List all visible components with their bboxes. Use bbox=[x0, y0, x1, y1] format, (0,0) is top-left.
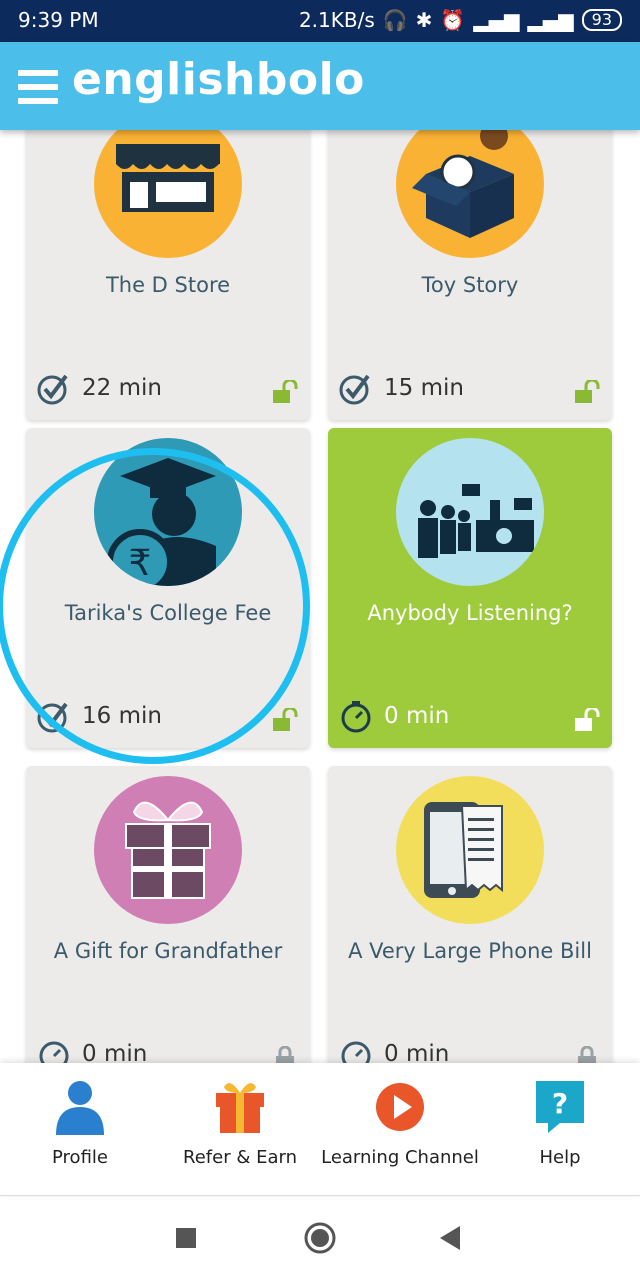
check-clock-icon bbox=[37, 702, 68, 733]
bottom-navigation: Profile Refer & Earn Learning Channel ? … bbox=[0, 1063, 640, 1196]
network-speed: 2.1KB/s bbox=[298, 8, 375, 32]
check-clock-icon bbox=[37, 374, 68, 405]
bluetooth-icon: ✱ bbox=[415, 8, 433, 32]
story-title: A Very Large Phone Bill bbox=[348, 939, 592, 963]
nav-label: Profile bbox=[52, 1147, 108, 1168]
nav-help[interactable]: ? Help bbox=[480, 1075, 640, 1185]
app-logo: englishbolo bbox=[72, 54, 365, 105]
queue-counter-icon bbox=[396, 438, 544, 586]
story-card-anybody-listening[interactable]: Anybody Listening? 0 min bbox=[328, 428, 612, 748]
story-grid[interactable]: The D Store 22 min Toy Story 15 min ₹ Ta… bbox=[0, 130, 640, 1063]
story-card-the-d-store[interactable]: The D Store 22 min bbox=[26, 130, 310, 420]
nav-profile[interactable]: Profile bbox=[0, 1075, 160, 1185]
story-card-tarikas-college-fee[interactable]: ₹ Tarika's College Fee 16 min bbox=[26, 428, 310, 748]
story-title: Anybody Listening? bbox=[367, 601, 573, 625]
story-title: Toy Story bbox=[421, 273, 519, 297]
nav-label: Refer & Earn bbox=[183, 1147, 297, 1168]
story-duration: 15 min bbox=[338, 370, 464, 406]
headphones-icon: 🎧 bbox=[382, 8, 408, 32]
lock-icon bbox=[578, 1046, 596, 1063]
story-card-toy-story[interactable]: Toy Story 15 min bbox=[328, 130, 612, 420]
duration-text: 22 min bbox=[82, 375, 162, 401]
duration-text: 16 min bbox=[82, 703, 162, 729]
check-clock-icon bbox=[339, 374, 370, 405]
signal-icon-2: ▂▄▆ bbox=[527, 8, 574, 32]
lock-icon bbox=[276, 1046, 294, 1063]
duration-text: 0 min bbox=[384, 1041, 450, 1063]
nav-refer-earn[interactable]: Refer & Earn bbox=[160, 1075, 320, 1185]
hamburger-menu-icon[interactable] bbox=[18, 70, 58, 106]
timer-icon bbox=[341, 1041, 371, 1063]
system-navigation-bar bbox=[0, 1196, 640, 1280]
app-bar: englishbolo bbox=[0, 42, 640, 130]
story-duration: 0 min bbox=[338, 1036, 449, 1063]
timer-icon bbox=[341, 701, 371, 733]
story-title: A Gift for Grandfather bbox=[53, 939, 283, 963]
unlock-icon bbox=[273, 380, 298, 403]
duration-text: 0 min bbox=[82, 1041, 148, 1063]
story-duration: 0 min bbox=[338, 698, 449, 734]
person-icon bbox=[56, 1081, 104, 1135]
nav-learning-channel[interactable]: Learning Channel bbox=[320, 1075, 480, 1185]
status-icons: 2.1KB/s 🎧 ✱ ⏰ ▂▄▆ ▂▄▆ 93 bbox=[299, 8, 622, 32]
story-title: The D Store bbox=[105, 273, 231, 297]
story-duration: 16 min bbox=[36, 698, 162, 734]
nav-label: Learning Channel bbox=[321, 1147, 479, 1168]
graduate-fee-icon: ₹ bbox=[94, 438, 242, 586]
unlock-icon bbox=[273, 708, 298, 731]
help-icon: ? bbox=[536, 1081, 584, 1133]
play-icon bbox=[376, 1083, 424, 1131]
status-time: 9:39 PM bbox=[18, 8, 99, 32]
unlock-icon bbox=[575, 708, 600, 731]
story-title: Tarika's College Fee bbox=[64, 601, 272, 625]
story-duration: 22 min bbox=[36, 370, 162, 406]
svg-text:?: ? bbox=[552, 1087, 568, 1120]
status-bar: 9:39 PM 2.1KB/s 🎧 ✱ ⏰ ▂▄▆ ▂▄▆ 93 bbox=[0, 0, 640, 42]
story-card-gift-for-grandfather[interactable]: A Gift for Grandfather 0 min bbox=[26, 766, 310, 1063]
svg-text:₹: ₹ bbox=[129, 543, 152, 584]
story-duration: 0 min bbox=[36, 1036, 147, 1063]
gift-box-icon bbox=[94, 776, 242, 924]
gift-icon bbox=[216, 1083, 264, 1133]
phone-bill-icon bbox=[396, 776, 544, 924]
toy-box-icon bbox=[396, 130, 544, 258]
story-card-large-phone-bill[interactable]: A Very Large Phone Bill 0 min bbox=[328, 766, 612, 1063]
duration-text: 0 min bbox=[384, 703, 450, 729]
battery-indicator: 93 bbox=[581, 9, 622, 31]
store-icon bbox=[94, 130, 242, 258]
recent-apps-icon[interactable] bbox=[176, 1228, 196, 1248]
timer-icon bbox=[39, 1041, 69, 1063]
unlock-icon bbox=[575, 380, 600, 403]
duration-text: 15 min bbox=[384, 375, 464, 401]
alarm-icon: ⏰ bbox=[440, 8, 466, 32]
back-icon[interactable] bbox=[440, 1226, 460, 1250]
signal-icon: ▂▄▆ bbox=[473, 8, 520, 32]
nav-label: Help bbox=[539, 1147, 581, 1168]
